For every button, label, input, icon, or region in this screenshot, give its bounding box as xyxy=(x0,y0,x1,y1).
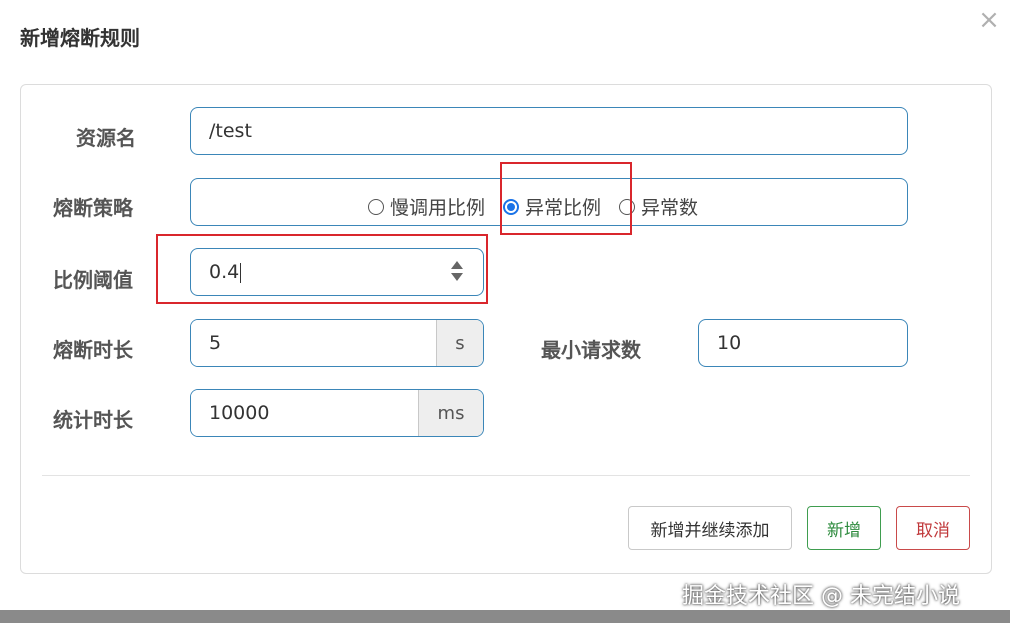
add-and-continue-button[interactable]: 新增并继续添加 xyxy=(628,506,792,550)
highlight-box-ratio xyxy=(156,234,488,304)
min-requests-label: 最小请求数 xyxy=(541,338,641,362)
rule-dialog: 新增熔断规则 × 资源名 /test 熔断策略 慢调用比例 异常比例 异常数 比… xyxy=(0,0,1010,610)
duration-input[interactable]: 5 xyxy=(191,320,436,366)
duration-value: 5 xyxy=(209,332,222,354)
close-icon[interactable]: × xyxy=(977,6,1001,34)
radio-slow-ratio-label: 慢调用比例 xyxy=(390,197,486,219)
radio-unchecked-icon xyxy=(368,198,384,215)
dialog-title: 新增熔断规则 xyxy=(20,26,140,50)
ratio-label: 比例阈值 xyxy=(53,268,133,292)
watermark: 掘金技术社区 @ 未完结小说 xyxy=(682,584,960,609)
resource-value: /test xyxy=(209,120,252,142)
stat-duration-value: 10000 xyxy=(209,402,270,424)
duration-label: 熔断时长 xyxy=(53,338,133,362)
radio-exception-count-label: 异常数 xyxy=(641,197,699,219)
footer-divider xyxy=(42,475,970,476)
min-requests-value: 10 xyxy=(717,332,742,354)
min-requests-input[interactable]: 10 xyxy=(698,319,908,367)
backdrop-strip xyxy=(0,610,1010,623)
resource-label: 资源名 xyxy=(76,126,136,150)
stat-duration-input-group: 10000 ms xyxy=(190,389,484,437)
highlight-box-strategy xyxy=(500,162,632,235)
radio-slow-ratio[interactable]: 慢调用比例 xyxy=(368,193,485,220)
duration-unit: s xyxy=(436,320,483,366)
resource-input[interactable]: /test xyxy=(190,107,908,155)
cancel-button[interactable]: 取消 xyxy=(896,506,970,550)
strategy-label: 熔断策略 xyxy=(53,196,133,220)
stat-duration-unit: ms xyxy=(418,390,483,436)
stat-duration-label: 统计时长 xyxy=(53,408,133,432)
duration-input-group: 5 s xyxy=(190,319,484,367)
add-button[interactable]: 新增 xyxy=(807,506,881,550)
stat-duration-input[interactable]: 10000 xyxy=(191,390,418,436)
